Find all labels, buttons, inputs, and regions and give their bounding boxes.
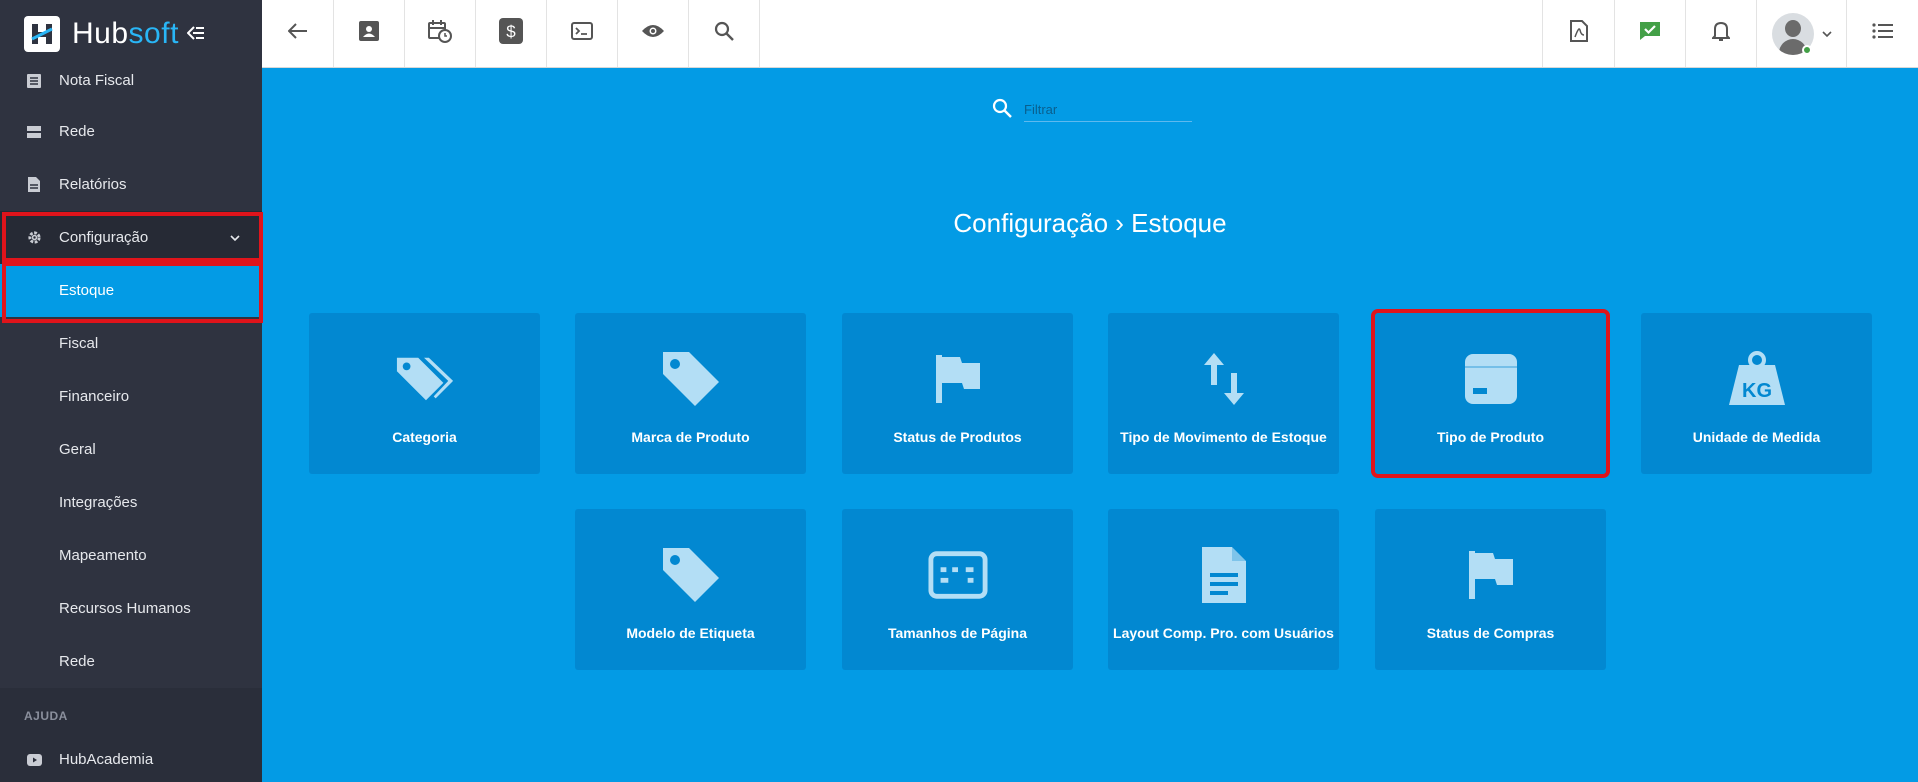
card-label: Status de Compras [1426, 625, 1555, 641]
card-label: Unidade de Medida [1692, 429, 1821, 445]
online-status-dot [1801, 44, 1812, 55]
schedule-button[interactable] [405, 0, 476, 67]
sidebar-nav: Nota Fiscal Rede Relatórios Configuração… [0, 56, 262, 782]
contact-card-icon [359, 21, 379, 46]
sidebar-item-label: Nota Fiscal [59, 72, 135, 89]
contact-button[interactable] [334, 0, 405, 67]
filter-input[interactable] [1024, 99, 1192, 122]
sidebar-item-configuracao[interactable]: Configuração [0, 211, 262, 264]
card-label: Tipo de Produto [1436, 429, 1545, 445]
flag-icon [1461, 545, 1521, 605]
card-status-de-produtos[interactable]: Status de Produtos [842, 313, 1073, 474]
tag-icon [661, 349, 721, 409]
document-icon [1194, 545, 1254, 605]
page-title: Configuração › Estoque [953, 208, 1227, 238]
sidebar: Hubsoft Nota Fiscal Rede Relatórios Conf… [0, 0, 263, 782]
chevron-down-icon [1821, 25, 1832, 43]
document-icon [26, 177, 42, 193]
view-button[interactable] [618, 0, 689, 67]
eye-icon [641, 23, 665, 44]
sidebar-item-label: Rede [59, 123, 95, 140]
swap-vertical-icon [1194, 349, 1254, 409]
sidebar-subitem-recursos-humanos[interactable]: Recursos Humanos [0, 582, 262, 635]
card-marca-de-produto[interactable]: Marca de Produto [575, 313, 806, 474]
logo-icon [24, 16, 60, 52]
toolbar-right [1542, 0, 1918, 67]
flag-icon [928, 349, 988, 409]
tasks-button[interactable] [1614, 0, 1685, 67]
sidebar-item-rede[interactable]: Rede [0, 105, 262, 158]
card-modelo-de-etiqueta[interactable]: Modelo de Etiqueta [575, 509, 806, 670]
sidebar-subitem-integracoes[interactable]: Integrações [0, 476, 262, 529]
sidebar-item-label: Relatórios [59, 176, 127, 193]
list-menu-icon [1871, 22, 1894, 45]
sidebar-item-label: Configuração [59, 229, 149, 246]
card-unidade-de-medida[interactable]: KG Unidade de Medida [1641, 313, 1872, 474]
card-tipo-de-produto[interactable]: Tipo de Produto [1371, 309, 1610, 478]
card-label: Tipo de Movimento de Estoque [1120, 429, 1327, 445]
search-icon [714, 21, 734, 46]
card-categoria[interactable]: Categoria [309, 313, 540, 474]
sidebar-subitem-financeiro[interactable]: Financeiro [0, 370, 262, 423]
card-label: Modelo de Etiqueta [626, 625, 755, 641]
card-layout-comp-pro-com-usuarios[interactable]: Layout Comp. Pro. com Usuários [1108, 509, 1339, 670]
card-label: Tamanhos de Página [888, 625, 1027, 641]
page-size-icon [927, 545, 988, 605]
sidebar-subitem-fiscal[interactable]: Fiscal [0, 317, 262, 370]
sidebar-item-label: HubAcademia [59, 751, 154, 768]
calendar-clock-icon [428, 19, 452, 48]
top-toolbar: $ [262, 0, 1918, 68]
back-button[interactable] [262, 0, 334, 67]
filter-bar [992, 98, 1192, 123]
search-icon [992, 98, 1012, 123]
pdf-button[interactable] [1542, 0, 1614, 67]
card-label: Status de Produtos [893, 429, 1022, 445]
collapse-menu-icon[interactable] [186, 24, 205, 45]
user-menu[interactable] [1756, 0, 1846, 67]
menu-button[interactable] [1846, 0, 1918, 67]
main-content: Configuração › Estoque Categoria Marca d… [262, 68, 1918, 782]
bell-icon [1710, 20, 1732, 47]
sidebar-item-nota-fiscal[interactable]: Nota Fiscal [0, 56, 262, 105]
sidebar-item-relatorios[interactable]: Relatórios [0, 158, 262, 211]
card-label: Layout Comp. Pro. com Usuários [1113, 625, 1334, 641]
sidebar-subitem-estoque[interactable]: Estoque [0, 264, 262, 317]
logo-text: Hubsoft [72, 17, 179, 50]
sidebar-item-hubacademia[interactable]: HubAcademia [0, 733, 262, 782]
terminal-button[interactable] [547, 0, 618, 67]
sidebar-subitem-mapeamento[interactable]: Mapeamento [0, 529, 262, 582]
youtube-icon [26, 752, 42, 768]
chevron-down-icon [230, 229, 240, 246]
list-icon [26, 73, 42, 89]
card-label: Categoria [392, 429, 457, 445]
notifications-button[interactable] [1685, 0, 1756, 67]
tag-icon [661, 545, 721, 605]
terminal-icon [571, 22, 593, 45]
pdf-file-icon [1569, 20, 1588, 47]
section-label-ajuda: AJUDA [0, 688, 262, 733]
sidebar-subitem-rede[interactable]: Rede [0, 635, 262, 688]
svg-text:$: $ [506, 22, 516, 41]
svg-text:KG: KG [1742, 380, 1772, 402]
search-button[interactable] [689, 0, 760, 67]
card-label: Marca de Produto [631, 429, 750, 445]
card-status-de-compras[interactable]: Status de Compras [1375, 509, 1606, 670]
card-tipo-de-movimento-de-estoque[interactable]: Tipo de Movimento de Estoque [1108, 313, 1339, 474]
gear-icon [26, 230, 42, 246]
box-icon [1461, 349, 1521, 409]
tags-icon [395, 349, 455, 409]
sidebar-subitem-geral[interactable]: Geral [0, 423, 262, 476]
server-icon [26, 124, 42, 140]
arrow-left-icon [287, 23, 308, 44]
weight-kg-icon: KG [1727, 349, 1787, 409]
finance-button[interactable]: $ [476, 0, 547, 67]
card-tamanhos-de-pagina[interactable]: Tamanhos de Página [842, 509, 1073, 670]
checked-message-icon [1639, 21, 1661, 46]
dollar-icon: $ [499, 18, 523, 49]
